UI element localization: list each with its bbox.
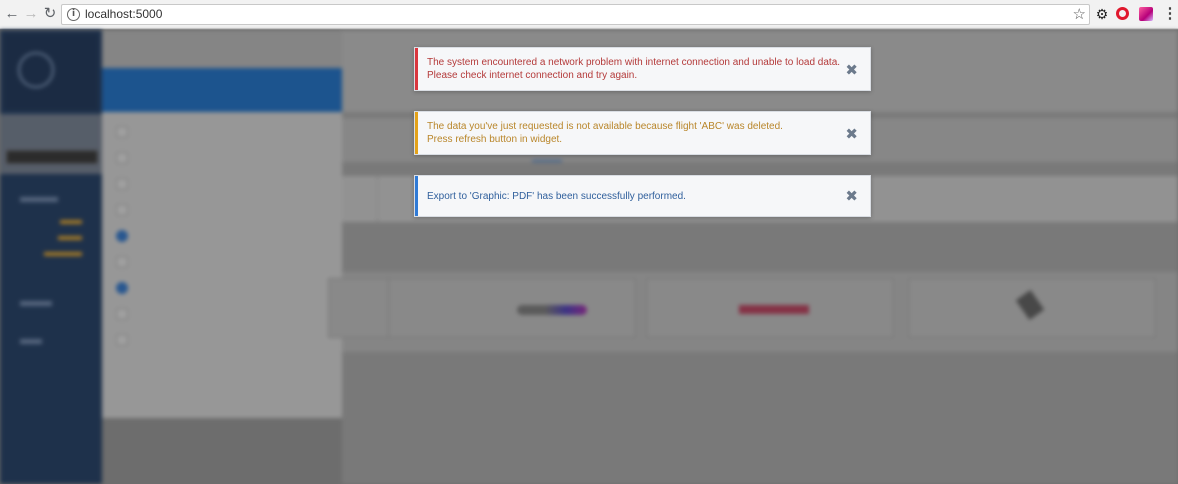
- close-icon[interactable]: ✖: [845, 63, 858, 78]
- notification-line: The system encountered a network problem…: [427, 57, 841, 68]
- warning-notification: The data you've just requested is not av…: [414, 111, 871, 155]
- notification-message: The data you've just requested is not av…: [427, 120, 783, 146]
- opera-icon[interactable]: [1116, 7, 1129, 20]
- more-vert-icon[interactable]: ⋮: [1162, 6, 1178, 22]
- address-bar[interactable]: i localhost:5000 ☆: [61, 4, 1090, 25]
- bookmark-star-icon[interactable]: ☆: [1073, 5, 1086, 24]
- extension-icon[interactable]: [1139, 7, 1153, 21]
- error-notification: The system encountered a network problem…: [414, 47, 871, 91]
- notification-message: The system encountered a network problem…: [427, 56, 840, 82]
- forward-arrow-icon[interactable]: →: [22, 5, 40, 23]
- reload-icon[interactable]: ↻: [41, 5, 59, 23]
- close-icon[interactable]: ✖: [845, 127, 858, 142]
- back-arrow-icon[interactable]: ←: [3, 5, 21, 23]
- notification-line: Export to 'Graphic: PDF' has been succes…: [427, 191, 686, 202]
- notification-message: Export to 'Graphic: PDF' has been succes…: [427, 190, 686, 203]
- close-icon[interactable]: ✖: [845, 189, 858, 204]
- notification-line: Please check internet connection and try…: [427, 70, 638, 81]
- gear-icon[interactable]: ⚙: [1094, 6, 1110, 22]
- browser-toolbar: ← → ↻ i localhost:5000 ☆ ⚙ ⋮: [0, 0, 1178, 29]
- notification-line: Press refresh button in widget.: [427, 134, 563, 145]
- modal-overlay: [0, 30, 1178, 484]
- info-icon[interactable]: i: [67, 8, 80, 21]
- url-text[interactable]: localhost:5000: [85, 7, 162, 22]
- notification-line: The data you've just requested is not av…: [427, 121, 783, 132]
- success-notification: Export to 'Graphic: PDF' has been succes…: [414, 175, 871, 217]
